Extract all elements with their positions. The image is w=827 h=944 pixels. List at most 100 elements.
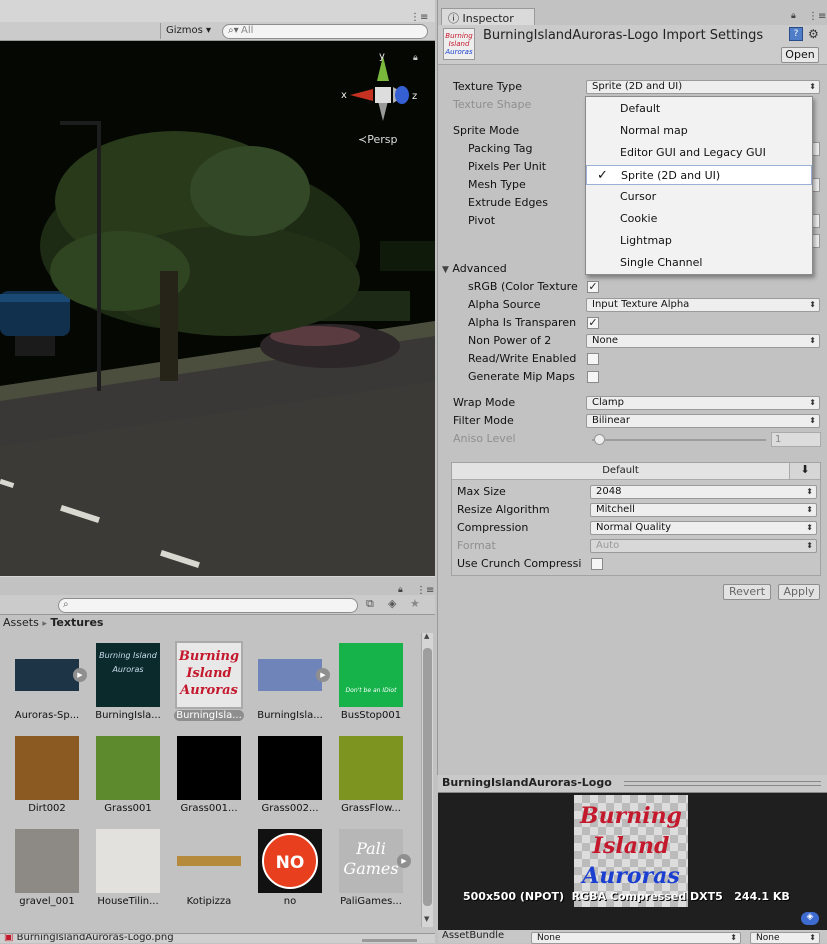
project-search-input[interactable]: ⌕ <box>58 598 358 613</box>
asset-caption[interactable]: Grass001 <box>88 803 168 814</box>
menu-item-cursor[interactable]: Cursor <box>586 187 812 207</box>
aniso-slider-thumb[interactable] <box>594 434 605 445</box>
menu-item-label: Default <box>620 102 661 115</box>
asset-caption[interactable]: HouseTilin... <box>88 896 168 907</box>
tab-inspector[interactable]: ⓘ Inspector <box>441 8 535 26</box>
compression-dropdown[interactable]: Normal Quality <box>590 521 817 535</box>
asset-variant-dropdown[interactable]: None <box>750 932 820 944</box>
apply-button[interactable]: Apply <box>778 584 820 600</box>
filter-mode-dropdown[interactable]: Bilinear <box>586 414 820 428</box>
menu-item-normal-map[interactable]: Normal map <box>586 121 812 141</box>
project-scrollbar[interactable]: ▲ ▼ <box>421 632 433 927</box>
tab-default-platform[interactable]: Default <box>452 463 790 480</box>
logo-line-2: Island <box>592 833 670 859</box>
asset-bundle-dropdown[interactable]: None <box>531 932 741 944</box>
breadcrumb-textures[interactable]: Textures <box>50 616 103 629</box>
foldout-arrow-icon: ▼ <box>442 265 449 275</box>
icon-size-slider[interactable] <box>362 939 417 942</box>
menu-item-single-channel[interactable]: Single Channel <box>586 253 812 273</box>
favorite-star-icon[interactable]: ★ <box>410 597 420 610</box>
alpha-transparency-checkbox[interactable]: ✓ <box>587 317 599 329</box>
wrap-mode-dropdown[interactable]: Clamp <box>586 396 820 410</box>
asset-caption[interactable]: Grass001... <box>169 803 249 814</box>
expand-sprite-icon[interactable]: ▶ <box>73 668 87 682</box>
asset-caption[interactable]: BurningIsla... <box>88 710 168 721</box>
asset-thumbnail[interactable] <box>15 659 79 691</box>
asset-caption[interactable]: gravel_001 <box>7 896 87 907</box>
srgb-checkbox[interactable]: ✓ <box>587 281 599 293</box>
label-tag-icon[interactable]: ◈ <box>801 912 819 925</box>
max-size-dropdown[interactable]: 2048 <box>590 485 817 499</box>
scene-search-input[interactable]: ⌕▾ All <box>222 24 428 39</box>
asset-thumbnail[interactable] <box>339 736 403 800</box>
scene-canvas[interactable]: y x z ≺Persp 🔒︎ <box>0 41 435 576</box>
asset-thumbnail[interactable] <box>258 659 322 691</box>
alpha-source-dropdown[interactable]: Input Texture Alpha <box>586 298 820 312</box>
texture-type-dropdown[interactable]: Sprite (2D and UI) <box>586 80 820 94</box>
expand-sprite-icon[interactable]: ▶ <box>316 668 330 682</box>
logo-line-3: Auroras <box>582 863 680 889</box>
asset-caption[interactable]: Auroras-Sp... <box>7 710 87 721</box>
asset-thumbnail[interactable] <box>96 829 160 893</box>
asset-thumbnail[interactable] <box>258 736 322 800</box>
lock-icon[interactable]: 🔒︎ <box>398 585 403 595</box>
asset-thumbnail[interactable] <box>177 856 241 866</box>
asset-caption[interactable]: GrassFlow... <box>331 803 411 814</box>
lock-icon[interactable]: 🔒︎ <box>791 11 796 21</box>
resize-algorithm-dropdown[interactable]: Mitchell <box>590 503 817 517</box>
aniso-slider-track[interactable] <box>592 439 766 441</box>
asset-caption[interactable]: no <box>250 896 330 907</box>
menu-item-lightmap[interactable]: Lightmap <box>586 231 812 251</box>
thumb-line-3: Auroras <box>445 48 473 56</box>
persp-toggle[interactable]: ≺Persp <box>358 133 397 146</box>
preview-drag-handle[interactable] <box>624 781 821 786</box>
asset-thumbnail[interactable] <box>96 736 160 800</box>
breadcrumb-assets[interactable]: Assets <box>3 616 39 629</box>
download-platform-icon[interactable]: ⬇ <box>790 463 820 480</box>
aniso-level-field[interactable]: 1 <box>771 432 821 447</box>
menu-item-editor-gui-and-legacy-gui[interactable]: Editor GUI and Legacy GUI <box>586 143 812 163</box>
scroll-down-icon[interactable]: ▼ <box>424 915 429 923</box>
orientation-gizmo[interactable]: y x z <box>335 51 425 141</box>
lock-icon[interactable]: 🔒︎ <box>413 53 418 63</box>
scrollbar-thumb[interactable] <box>423 648 432 906</box>
asset-caption[interactable]: BurningIsla... <box>174 710 244 721</box>
scroll-up-icon[interactable]: ▲ <box>424 632 429 640</box>
asset-thumbnail[interactable] <box>177 736 241 800</box>
asset-thumbnail[interactable]: Don't be an IDiot <box>339 643 403 707</box>
filter-type-icon[interactable]: ⧉ <box>366 597 374 611</box>
panel-menu-icon[interactable]: ⋮≡ <box>808 11 826 22</box>
project-status-bar: ▣ BurningIslandAuroras-Logo.png <box>0 933 435 943</box>
non-power-of-2-dropdown[interactable]: None <box>586 334 820 348</box>
asset-caption[interactable]: BusStop001 <box>331 710 411 721</box>
menu-item-cookie[interactable]: Cookie <box>586 209 812 229</box>
mip-maps-checkbox[interactable] <box>587 371 599 383</box>
asset-caption[interactable]: Kotipizza <box>169 896 249 907</box>
advanced-foldout[interactable]: ▼ Advanced <box>442 262 507 275</box>
texture-shape-label: Texture Shape <box>453 98 532 111</box>
help-icon[interactable]: ? <box>789 27 803 41</box>
filter-label-icon[interactable]: ◈ <box>388 597 396 610</box>
asset-caption[interactable]: PaliGames... <box>331 896 411 907</box>
open-button[interactable]: Open <box>781 47 819 63</box>
asset-thumbnail[interactable]: Pali Games <box>339 829 403 893</box>
asset-caption[interactable]: BurningIsla... <box>250 710 330 721</box>
asset-thumbnail[interactable]: NO <box>258 829 322 893</box>
revert-button[interactable]: Revert <box>723 584 771 600</box>
gizmo-z-label: z <box>412 91 417 102</box>
crunch-checkbox[interactable] <box>591 558 603 570</box>
pivot-label: Pivot <box>468 214 496 227</box>
expand-sprite-icon[interactable]: ▶ <box>397 854 411 868</box>
asset-caption[interactable]: Dirt002 <box>7 803 87 814</box>
asset-thumbnail[interactable]: Burning Island Auroras <box>175 641 243 709</box>
menu-item-sprite-2d-and-ui[interactable]: ✓ Sprite (2D and UI) <box>586 165 812 185</box>
preview-panel: BurningIslandAuroras-Logo Burning Island… <box>438 775 827 944</box>
asset-thumbnail[interactable] <box>15 736 79 800</box>
asset-thumbnail[interactable]: Burning Island Auroras <box>96 643 160 707</box>
asset-caption[interactable]: Grass002... <box>250 803 330 814</box>
gizmos-dropdown[interactable]: Gizmos ▾ <box>166 25 211 36</box>
read-write-checkbox[interactable] <box>587 353 599 365</box>
menu-item-default[interactable]: Default <box>586 99 812 119</box>
asset-thumbnail[interactable] <box>15 829 79 893</box>
settings-gear-icon[interactable]: ⚙ <box>808 27 819 41</box>
